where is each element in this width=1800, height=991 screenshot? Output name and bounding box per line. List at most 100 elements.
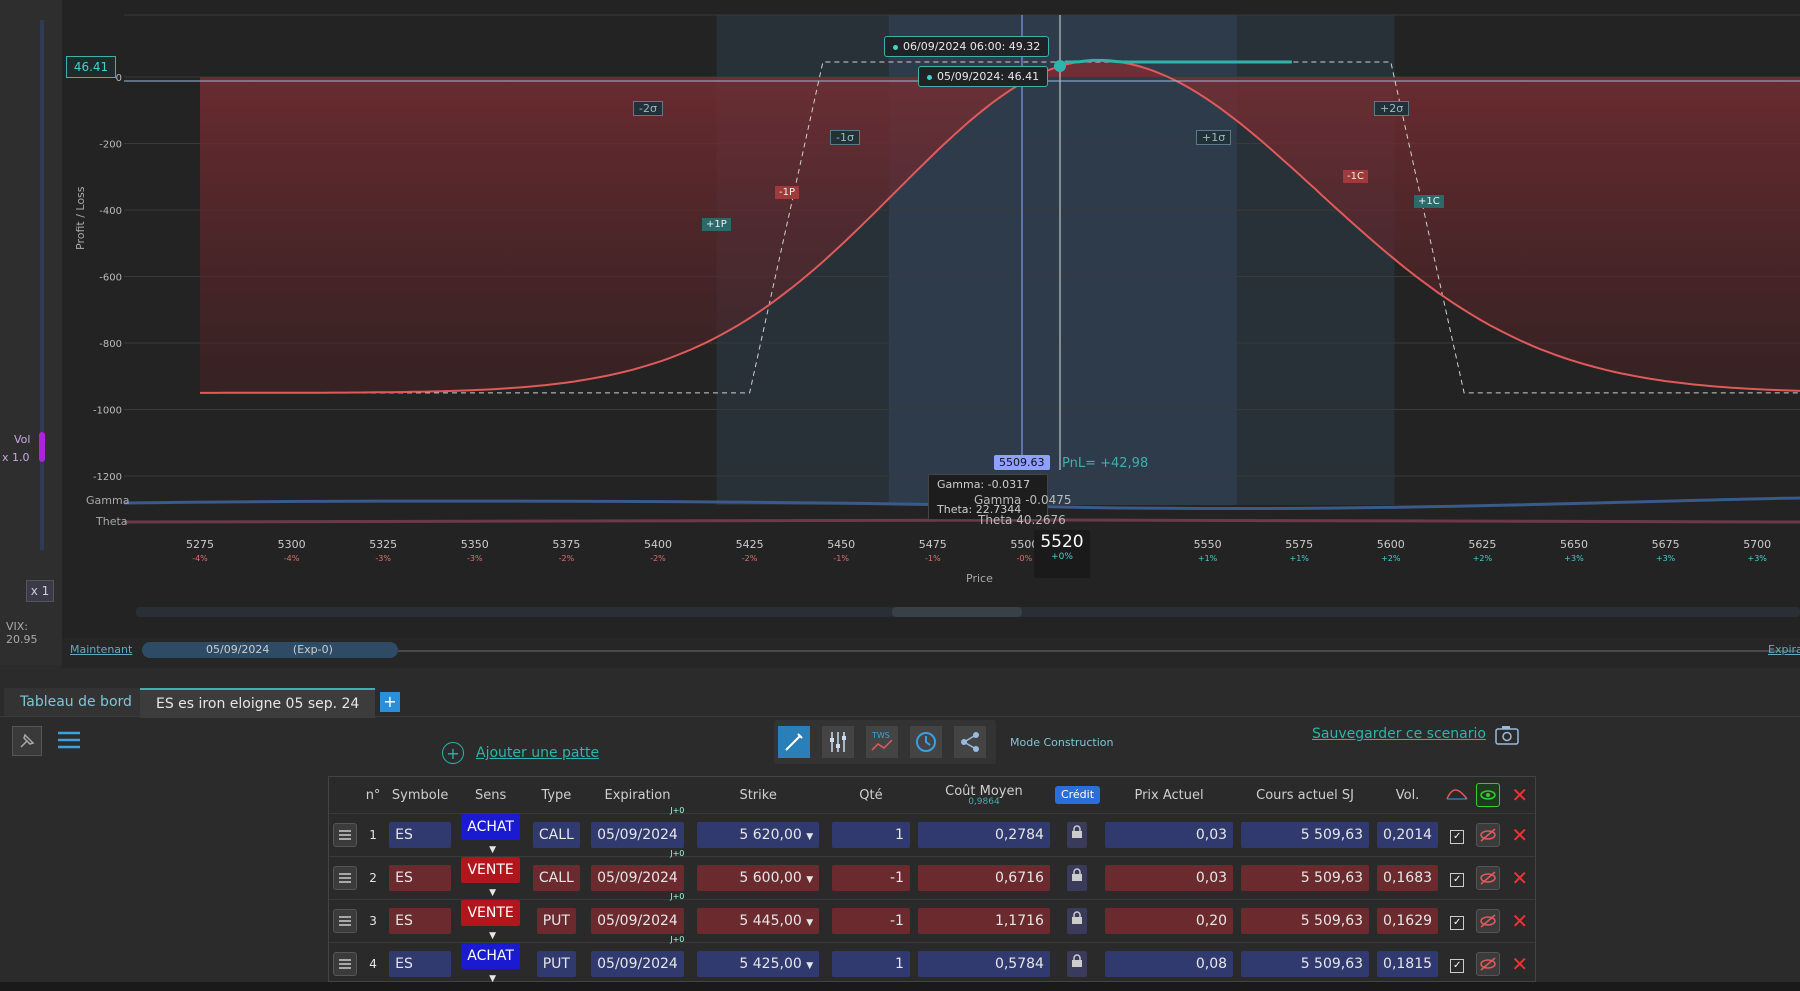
delete-row-icon[interactable]: ✕ [1511,823,1528,847]
vol-field[interactable]: 0,1629 [1377,908,1439,934]
side-select[interactable]: ACHAT [461,943,520,969]
qty-field[interactable]: 1 [831,951,910,977]
strike-chevron-down-icon[interactable]: ▼ [806,961,813,971]
type-field[interactable]: PUT [536,951,576,977]
row-checkbox[interactable]: ✓ [1450,958,1465,973]
expiration-field[interactable]: 05/09/2024 [591,908,684,934]
pnl-chart[interactable]: 0 -200 -400 -600 -800 -1000 -1200 5275 -4% 5300 -… [62,0,1800,638]
lock-icon[interactable] [1067,908,1088,934]
table-row[interactable]: 2 ES VENTE▼ CALL 05/09/2024 J+0 5 600,00 … [329,849,1535,900]
cost-field[interactable]: 0,2784 [917,822,1050,848]
row-drag-handle-icon[interactable] [333,952,357,976]
x-tick-label: 5550 [1194,538,1222,551]
tab-scenario[interactable]: ES es iron eloigne 05 sep. 24 [140,688,376,718]
lock-icon[interactable] [1067,822,1088,848]
expiration-link[interactable]: Expira [1768,643,1800,656]
pin-icon[interactable] [12,726,42,756]
vol-slider-handle[interactable] [39,432,45,462]
sliders-icon[interactable] [822,726,854,758]
hide-row-icon[interactable] [1476,952,1501,976]
side-select[interactable]: VENTE [461,857,520,883]
strike-select[interactable]: 5 425,00 ▼ [697,951,820,977]
vol-slider-track[interactable] [40,20,44,550]
side-select[interactable]: VENTE [461,900,520,926]
strike-select[interactable]: 5 445,00 ▼ [697,908,820,934]
now-link[interactable]: Maintenant [70,643,132,656]
cost-field[interactable]: 1,1716 [917,908,1050,934]
side-chevron-down-icon[interactable]: ▼ [489,888,496,898]
menu-icon[interactable] [56,728,82,752]
chart-scrollbar-thumb[interactable] [892,607,1022,617]
strike-select[interactable]: 5 600,00 ▼ [697,865,820,891]
lock-icon[interactable] [1067,951,1088,977]
qty-field[interactable]: -1 [831,865,910,891]
tool-group: TWS [774,720,996,764]
cost-field[interactable]: 0,6716 [917,865,1050,891]
delete-all-icon[interactable]: ✕ [1511,783,1528,807]
x-tick-label: 5600 [1377,538,1405,551]
vol-field[interactable]: 0,2014 [1377,822,1439,848]
history-icon[interactable] [910,726,942,758]
side-select[interactable]: ACHAT [461,814,520,840]
save-scenario-link[interactable]: Sauvegarder ce scenario [1312,726,1486,742]
table-row[interactable]: 3 ES VENTE▼ PUT 05/09/2024 J+0 5 445,00 ▼… [329,892,1535,943]
x-tick-pct: +3% [1564,554,1584,563]
timeline-track [398,650,1798,652]
table-row[interactable]: 1 ES ACHAT▼ CALL 05/09/2024 J+0 5 620,00 … [329,806,1535,857]
hide-row-icon[interactable] [1476,866,1501,890]
qty-field[interactable]: 1 [831,822,910,848]
row-drag-handle-icon[interactable] [333,866,357,890]
hide-row-icon[interactable] [1476,909,1501,933]
lock-icon[interactable] [1067,865,1088,891]
delete-row-icon[interactable]: ✕ [1511,952,1528,976]
row-checkbox[interactable]: ✓ [1450,915,1465,930]
cost-field[interactable]: 0,5784 [917,951,1050,977]
sigma-tag: +2σ [1374,101,1410,116]
type-field[interactable]: CALL [532,822,580,848]
add-leg-icon[interactable]: + [442,742,464,764]
strike-chevron-down-icon[interactable]: ▼ [806,832,813,842]
strike-chevron-down-icon[interactable]: ▼ [806,918,813,928]
symbol-field[interactable]: ES [389,908,452,934]
type-field[interactable]: CALL [532,865,580,891]
expiration-field[interactable]: 05/09/2024 [591,951,684,977]
symbol-field[interactable]: ES [389,865,452,891]
y-tick-label: -1200 [93,472,122,483]
row-checkbox[interactable]: ✓ [1450,872,1465,887]
type-field[interactable]: PUT [536,908,576,934]
tws-icon[interactable]: TWS [866,726,898,758]
col-type: Type [541,787,572,803]
vol-field[interactable]: 0,1683 [1377,865,1439,891]
construction-tool-icon[interactable] [778,726,810,758]
date-timeline: Maintenant 05/09/2024 (Exp-0) Expira [62,638,1800,668]
camera-icon[interactable] [1494,724,1520,746]
pnl-readout: PnL= +42,98 [1062,456,1149,471]
qty-field[interactable]: -1 [831,908,910,934]
hide-row-icon[interactable] [1476,823,1501,847]
table-row[interactable]: 4 ES ACHAT ▼ PUT 05/09/2024 J+0 5 425,00 ▼… [329,935,1535,985]
delete-row-icon[interactable]: ✕ [1511,866,1528,890]
share-icon[interactable] [954,726,986,758]
zoom-button[interactable]: x 1 [26,580,54,602]
vol-field[interactable]: 0,1815 [1377,951,1439,977]
credit-toggle[interactable]: Crédit [1054,786,1101,804]
eye-icon[interactable] [1476,783,1501,807]
add-tab-button[interactable]: + [380,692,400,712]
side-chevron-down-icon[interactable]: ▼ [489,931,496,941]
expiration-field[interactable]: 05/09/2024 [591,865,684,891]
side-chevron-down-icon[interactable]: ▼ [489,845,496,855]
chart-scrollbar[interactable] [136,607,1800,617]
strike-chevron-down-icon[interactable]: ▼ [806,875,813,885]
tab-dashboard[interactable]: Tableau de bord [4,688,148,716]
row-checkbox[interactable]: ✓ [1450,829,1465,844]
row-drag-handle-icon[interactable] [333,823,357,847]
delete-row-icon[interactable]: ✕ [1511,909,1528,933]
strike-select[interactable]: 5 620,00 ▼ [697,822,820,848]
expiration-field[interactable]: 05/09/2024 [591,822,684,848]
symbol-field[interactable]: ES [389,951,452,977]
add-leg-link[interactable]: Ajouter une patte [476,745,599,761]
x-tick-label: 5400 [644,538,672,551]
symbol-field[interactable]: ES [389,822,452,848]
timeline-slider[interactable]: 05/09/2024 (Exp-0) [142,642,398,658]
row-drag-handle-icon[interactable] [333,909,357,933]
